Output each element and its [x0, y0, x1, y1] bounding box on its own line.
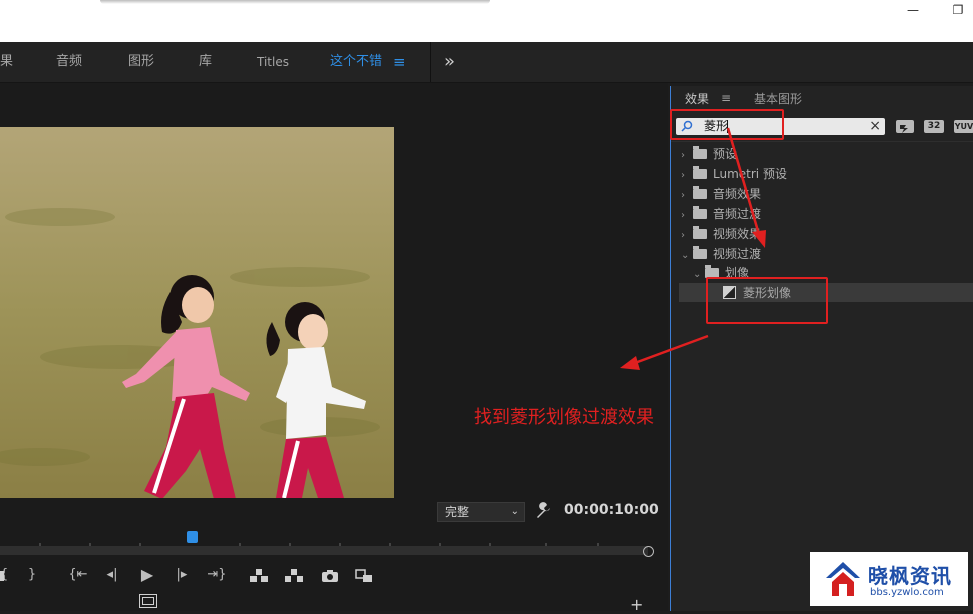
tab-effects-partial[interactable]: 果	[0, 42, 13, 82]
window-thumbnail-shadow	[100, 0, 490, 4]
camera-icon[interactable]	[321, 568, 339, 582]
tab-audio[interactable]: 音频	[56, 42, 82, 82]
overwrite-icon[interactable]	[285, 568, 303, 582]
step-forward-icon[interactable]: |▸	[173, 567, 191, 582]
timecode-display: 00:00:10:00	[564, 502, 659, 518]
zoom-scrollbar[interactable]	[0, 546, 648, 555]
site-logo: 晓枫资讯 bbs.yzwlo.com	[810, 552, 968, 606]
wrench-icon[interactable]	[534, 502, 552, 520]
minimize-button[interactable]: —	[903, 2, 923, 18]
panel-menu-icon[interactable]: ≡	[721, 91, 731, 105]
overflow-icon[interactable]: »	[444, 42, 455, 82]
insert-icon[interactable]	[250, 568, 268, 582]
comparison-view-icon[interactable]	[355, 568, 373, 582]
tab-libraries[interactable]: 库	[199, 42, 212, 82]
go-to-out-icon[interactable]: ⇥}	[206, 567, 228, 582]
tab-titles[interactable]: Titles	[257, 42, 289, 82]
go-to-in-icon[interactable]: {⇤	[68, 567, 88, 582]
workspace-tab-bar: 果 音频 图形 库 Titles 这个不错 ≡ »	[0, 42, 973, 83]
scrollbar-end-handle[interactable]	[643, 546, 654, 557]
fit-select[interactable]: 完整 ⌄	[437, 502, 525, 522]
clear-search-icon[interactable]: ×	[869, 118, 881, 135]
add-button[interactable]: +	[630, 595, 643, 614]
yuv-effects-badge[interactable]: YUV	[954, 120, 973, 133]
lift-icon[interactable]	[0, 571, 4, 581]
tab-essential-graphics[interactable]: 基本图形	[754, 90, 802, 107]
time-ruler[interactable]	[0, 532, 650, 547]
tab-custom-workspace[interactable]: 这个不错	[330, 42, 382, 82]
tab-divider	[430, 42, 431, 82]
mark-out-icon[interactable]: }	[26, 567, 38, 582]
safe-margins-icon[interactable]	[139, 594, 157, 608]
accelerated-effects-icon[interactable]	[896, 120, 914, 133]
logo-url: bbs.yzwlo.com	[870, 587, 944, 598]
tab-menu-icon[interactable]: ≡	[393, 42, 406, 82]
annotation-arrows	[620, 127, 766, 370]
fit-select-value: 完整	[445, 505, 470, 519]
chevron-down-icon: ⌄	[510, 506, 519, 517]
video-preview	[0, 127, 394, 498]
tab-graphics[interactable]: 图形	[128, 42, 154, 82]
logo-name: 晓枫资讯	[868, 564, 952, 588]
playhead-marker[interactable]	[187, 531, 198, 543]
tab-effects[interactable]: 效果	[685, 90, 709, 107]
house-logo-icon	[826, 562, 860, 596]
step-back-icon[interactable]: ◂|	[103, 567, 121, 582]
32bit-effects-badge[interactable]: 32	[924, 120, 944, 133]
restore-button[interactable]: ❐	[948, 2, 968, 18]
annotation-text: 找到菱形划像过渡效果	[474, 407, 654, 428]
play-icon[interactable]: ▶	[138, 565, 156, 584]
title-bar: — ❐	[0, 0, 973, 42]
